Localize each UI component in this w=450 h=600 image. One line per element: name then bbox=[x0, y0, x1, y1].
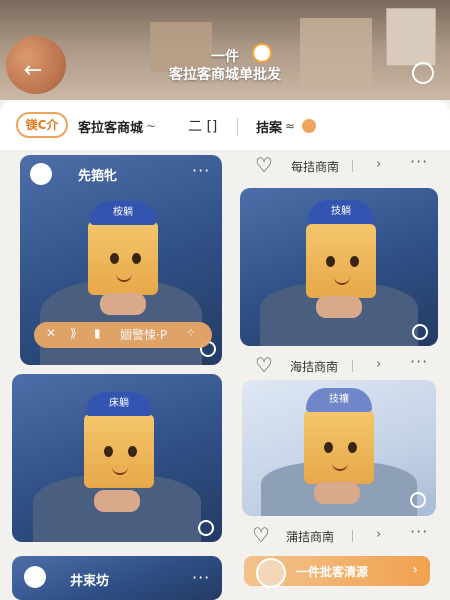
search-tab[interactable]: 拮案 bbox=[256, 117, 282, 136]
more-icon[interactable]: ··· bbox=[410, 522, 428, 541]
shop-badge-button[interactable]: 镁C介 bbox=[16, 112, 68, 138]
hand bbox=[316, 296, 362, 318]
header-title-line2: 客拉客商城单批发 bbox=[169, 67, 281, 83]
settings-icon[interactable] bbox=[198, 520, 214, 536]
avatar-badge-icon bbox=[30, 163, 52, 185]
mascot-eye bbox=[324, 442, 333, 453]
forward-icon[interactable]: ⟫ bbox=[70, 326, 77, 340]
tab-divider bbox=[237, 118, 238, 136]
chevron-right-icon: › bbox=[412, 562, 418, 578]
divider bbox=[352, 530, 353, 542]
promo-banner[interactable]: 一件批客清源 › bbox=[244, 556, 430, 588]
heart-icon[interactable]: ♡ bbox=[252, 523, 270, 547]
mascot-eye bbox=[348, 442, 357, 453]
product-photo: 床躺 bbox=[12, 374, 222, 542]
product-photo: 技躺 bbox=[240, 188, 438, 346]
avatar bbox=[256, 558, 286, 588]
more-icon[interactable]: ··· bbox=[192, 568, 210, 587]
mascot-cap: 桉躺 bbox=[90, 201, 156, 225]
search-dot-icon bbox=[302, 119, 316, 133]
mascot-head bbox=[88, 221, 158, 295]
mascot-eye bbox=[104, 446, 113, 457]
product-card[interactable]: 技禳 bbox=[242, 380, 436, 516]
mascot-head bbox=[306, 224, 376, 298]
more-icon[interactable]: ··· bbox=[410, 352, 428, 371]
wave-icon: ~ bbox=[146, 119, 157, 133]
action-label[interactable]: 婟警悚·P bbox=[120, 326, 167, 343]
refresh-icon[interactable] bbox=[412, 62, 434, 84]
more-icon[interactable]: ··· bbox=[410, 152, 428, 171]
store-label[interactable]: 海拮商南 bbox=[290, 358, 338, 375]
chevron-right-icon[interactable]: › bbox=[376, 527, 381, 542]
chevron-right-icon[interactable]: › bbox=[376, 157, 381, 172]
product-card[interactable]: 井束坊 ··· bbox=[12, 556, 222, 600]
mascot-cap: 技躺 bbox=[308, 200, 374, 224]
mascot-head bbox=[84, 414, 154, 488]
refresh-icon[interactable] bbox=[410, 492, 426, 508]
product-card[interactable]: 技躺 bbox=[240, 188, 438, 346]
mascot-head bbox=[304, 410, 374, 484]
hand bbox=[314, 482, 360, 504]
heart-icon[interactable]: ♡ bbox=[255, 353, 273, 377]
share-icon[interactable]: ✕ bbox=[46, 326, 56, 340]
mascot-eye bbox=[132, 253, 141, 264]
mascot-eye bbox=[110, 253, 119, 264]
hand bbox=[94, 490, 140, 512]
more-icon[interactable]: ··· bbox=[192, 161, 210, 180]
avatar-badge-icon bbox=[24, 566, 46, 588]
store-label[interactable]: 蒲拮商南 bbox=[286, 528, 334, 545]
card-title: 先筢牝 bbox=[78, 169, 118, 184]
settings-icon[interactable] bbox=[412, 324, 428, 340]
grid-icon[interactable]: ⁘ bbox=[186, 326, 196, 340]
tab-layout-icon[interactable]: 二 [] bbox=[188, 116, 217, 136]
mascot-eye bbox=[128, 446, 137, 457]
mascot-eye bbox=[326, 256, 335, 267]
mascot-cap: 技禳 bbox=[306, 388, 372, 412]
store-label[interactable]: 每拮商南 bbox=[291, 158, 339, 175]
chevron-right-icon[interactable]: › bbox=[376, 357, 381, 372]
mascot-eye bbox=[350, 256, 359, 267]
product-card[interactable]: 床躺 bbox=[12, 374, 222, 542]
heart-icon[interactable]: ♡ bbox=[255, 153, 273, 177]
card-title: 井束坊 bbox=[70, 574, 110, 589]
header-title-line1: 一件 bbox=[211, 49, 239, 65]
product-photo: 技禳 bbox=[242, 380, 436, 516]
bag-icon[interactable]: ▮ bbox=[94, 326, 101, 340]
divider bbox=[352, 360, 353, 372]
divider bbox=[352, 160, 353, 172]
action-bar[interactable]: ✕ ⟫ ▮ 婟警悚·P ⁘ bbox=[34, 322, 212, 348]
mascot-cap: 床躺 bbox=[86, 392, 152, 416]
shop-name-tab[interactable]: 客拉客商城 bbox=[78, 117, 143, 136]
hand bbox=[100, 293, 146, 315]
search-wave-icon: ≈ bbox=[285, 119, 296, 133]
promo-label: 一件批客清源 bbox=[296, 565, 369, 579]
